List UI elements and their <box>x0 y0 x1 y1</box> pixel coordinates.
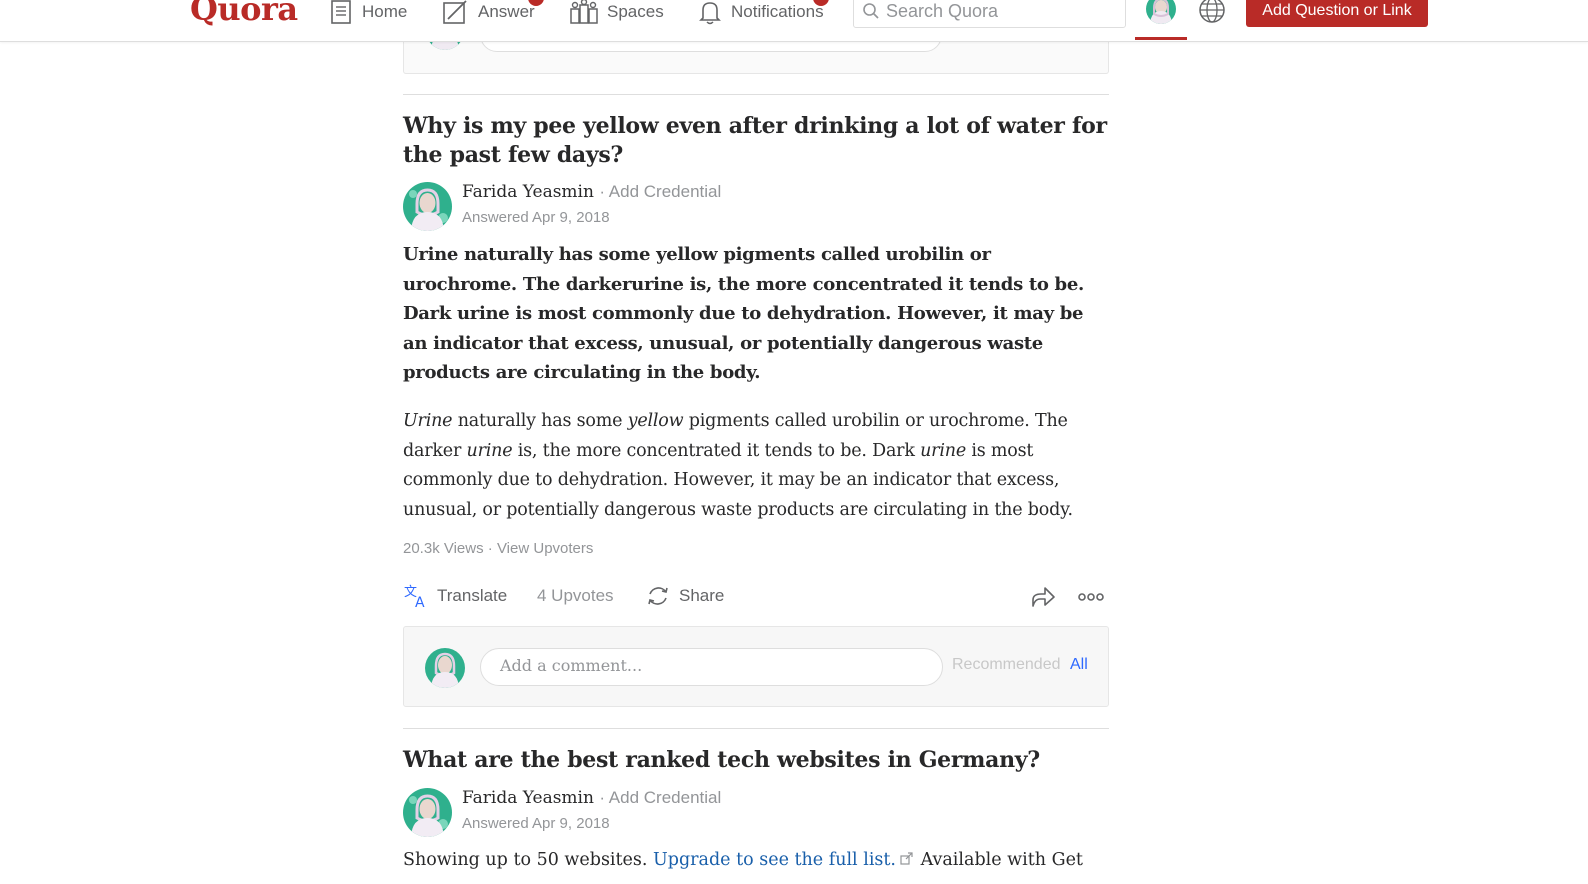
svg-text:A: A <box>415 595 425 609</box>
translate-label: Translate <box>437 586 508 605</box>
search-icon <box>863 3 879 19</box>
emphasis-word: urine <box>466 440 513 461</box>
answer-text: Showing up to 50 websites. <box>403 850 654 870</box>
share-button[interactable]: Share <box>645 580 724 612</box>
author-name[interactable]: Farida Yeasmin <box>462 788 594 808</box>
answer-author: Farida Yeasmin · Add Credential Answered… <box>403 788 1109 838</box>
quora-logo[interactable]: Quora <box>190 0 298 28</box>
forward-arrow-icon <box>1032 587 1055 607</box>
author-name-line: Farida Yeasmin · Add Credential <box>462 182 721 202</box>
nav-home-label: Home <box>362 2 408 21</box>
nav-notifications[interactable]: Notifications <box>697 0 829 28</box>
translate-icon: 文A <box>404 585 425 609</box>
view-count: 20.3k Views <box>403 540 484 557</box>
emphasis-word: Urine <box>403 411 453 431</box>
add-credential-link[interactable]: · Add Credential <box>599 788 721 807</box>
translate-button[interactable]: 文A Translate <box>403 580 507 612</box>
view-upvoters-link[interactable]: View Upvoters <box>497 540 593 557</box>
author-name[interactable]: Farida Yeasmin <box>462 182 594 202</box>
spaces-icon <box>570 0 598 24</box>
top-nav: Quora Home Answer Spaces Notifications S… <box>0 0 1588 42</box>
share-cycle-icon <box>648 587 668 605</box>
upvote-count: 4 Upvotes <box>537 586 614 605</box>
active-tab-indicator <box>1135 37 1187 40</box>
search-input[interactable]: Search Quora <box>853 0 1126 28</box>
add-credential-link[interactable]: · Add Credential <box>599 182 721 201</box>
answer-meta: 20.3k Views · View Upvoters <box>403 540 594 557</box>
divider <box>403 728 1109 729</box>
pencil-icon <box>443 0 467 24</box>
recommended-filter[interactable]: Recommended <box>952 656 1061 674</box>
answer-body: Urine naturally has some yellow pigments… <box>403 407 1109 525</box>
nav-spaces-label: Spaces <box>607 2 664 21</box>
profile-avatar[interactable] <box>1146 0 1176 24</box>
nav-answer-label: Answer <box>478 2 535 21</box>
comment-box: Add a comment... Recommended All <box>403 626 1109 707</box>
upgrade-link[interactable]: Upgrade to see the full list. <box>653 850 896 870</box>
answer-date[interactable]: Answered Apr 9, 2018 <box>462 209 610 226</box>
all-filter[interactable]: All <box>1070 656 1088 674</box>
upvote-button[interactable]: 4 Upvotes <box>537 580 614 612</box>
search-placeholder: Search Quora <box>886 0 999 21</box>
forward-button[interactable] <box>1029 580 1057 612</box>
answer-summary: Urine naturally has some yellow pigments… <box>403 244 1084 383</box>
emphasis-word: urine <box>920 440 966 461</box>
answer-preview: Showing up to 50 websites. Upgrade to se… <box>403 846 1163 874</box>
answer-date[interactable]: Answered Apr 9, 2018 <box>462 815 610 832</box>
question-title[interactable]: What are the best ranked tech websites i… <box>403 746 1109 775</box>
more-options-button[interactable] <box>1077 580 1105 612</box>
avatar <box>425 648 465 688</box>
answer-text: Available with Get <box>915 850 1083 870</box>
question-title[interactable]: Why is my pee yellow even after drinking… <box>403 112 1109 170</box>
emphasis-word: yellow <box>627 411 684 431</box>
home-icon <box>331 0 351 24</box>
language-button[interactable] <box>1198 0 1226 29</box>
avatar-image <box>1146 0 1176 24</box>
answer-actions: 文A Translate 4 Upvotes Share <box>403 580 1109 612</box>
author-name-line: Farida Yeasmin · Add Credential <box>462 788 721 808</box>
share-label: Share <box>679 586 725 605</box>
add-question-button[interactable]: Add Question or Link <box>1246 0 1428 27</box>
external-link-icon <box>900 852 913 865</box>
more-dots-icon <box>1078 593 1104 601</box>
comment-input[interactable]: Add a comment... <box>480 648 943 686</box>
answer-text: is, the more concentrated it tends to be… <box>512 440 921 461</box>
nav-answer[interactable]: Answer <box>442 0 544 28</box>
bell-icon <box>699 2 721 25</box>
nav-home[interactable]: Home <box>328 0 407 28</box>
globe-icon <box>1199 0 1225 23</box>
answer-text: naturally has some <box>452 411 628 431</box>
author-avatar[interactable] <box>403 788 452 837</box>
author-avatar[interactable] <box>403 182 452 231</box>
answer-author: Farida Yeasmin · Add Credential Answered… <box>403 182 1109 232</box>
divider <box>403 94 1109 95</box>
nav-notifications-label: Notifications <box>731 2 824 21</box>
nav-spaces[interactable]: Spaces <box>569 0 664 28</box>
